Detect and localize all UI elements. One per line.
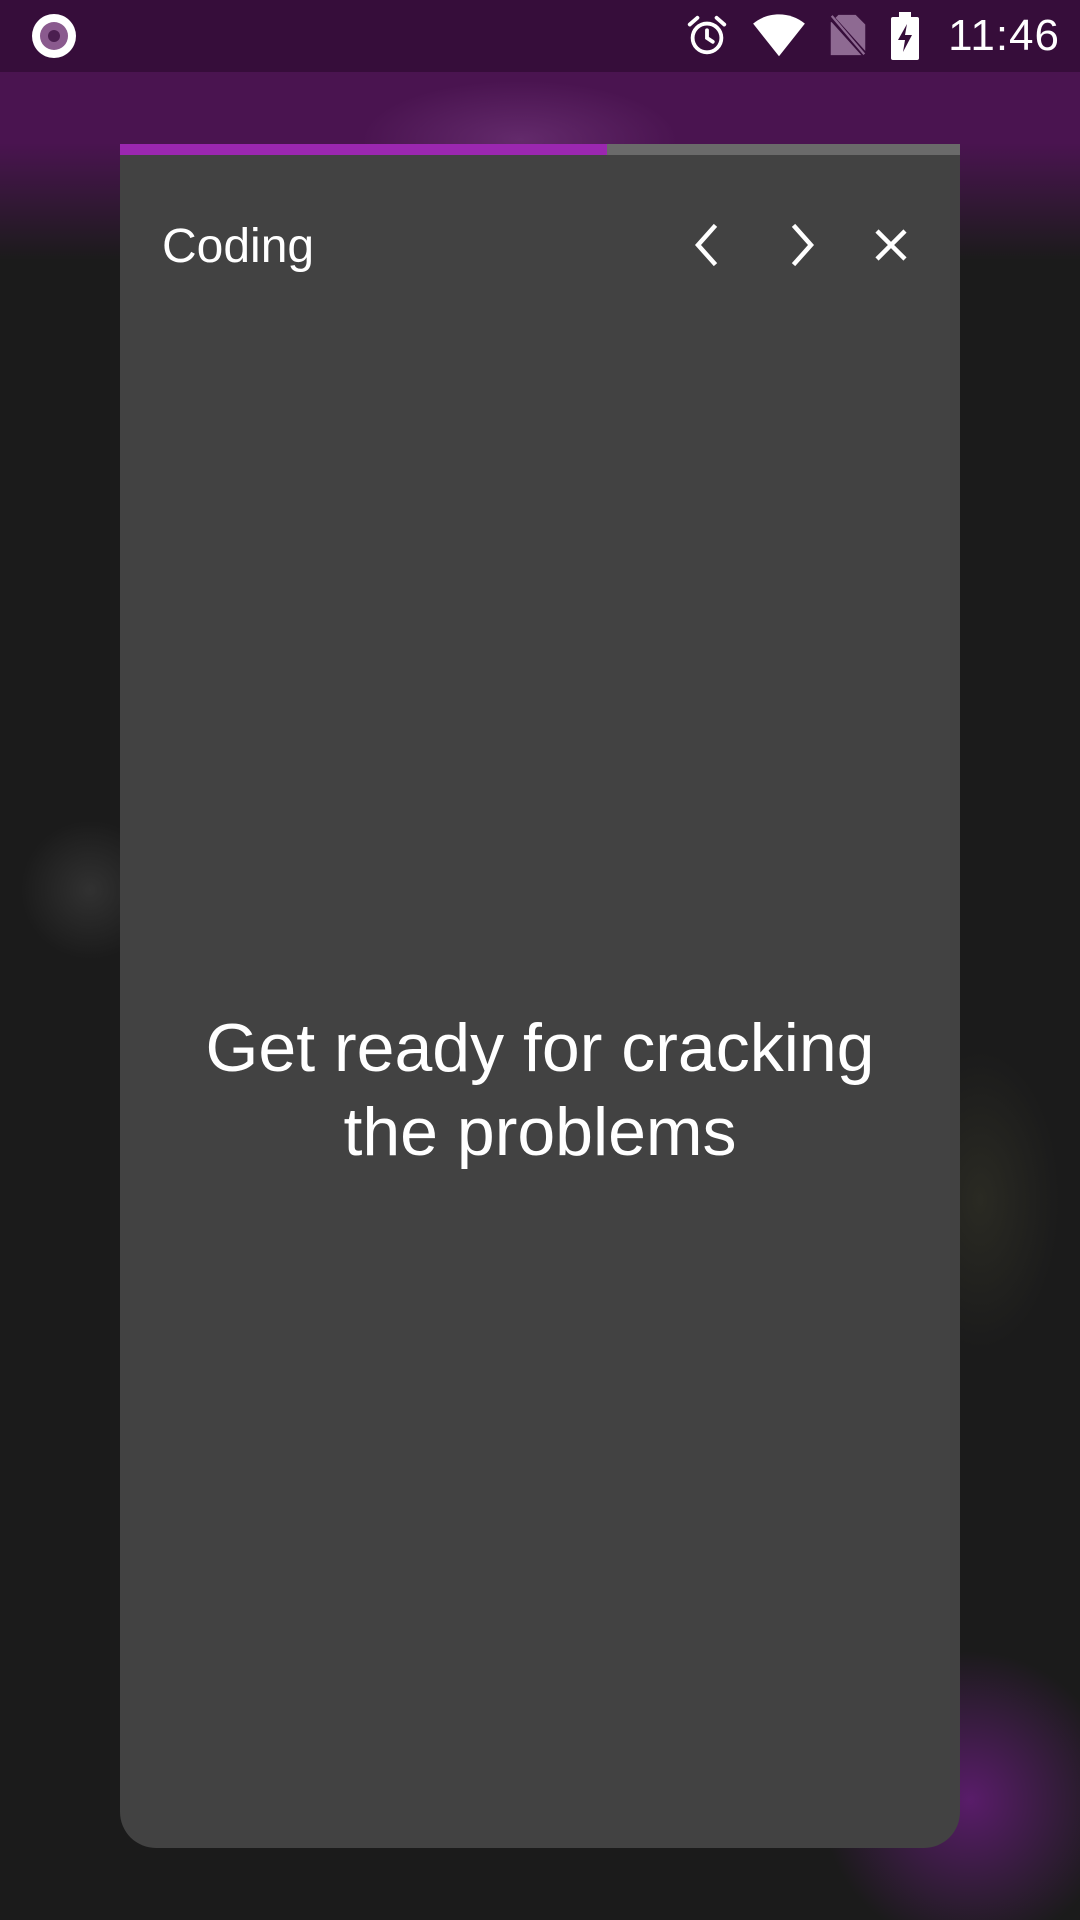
status-bar: 11:46: [0, 0, 1080, 72]
close-button[interactable]: [863, 217, 919, 273]
story-header: Coding: [120, 155, 960, 315]
story-progress-track: [120, 144, 960, 155]
chevron-left-icon: [694, 223, 718, 267]
close-icon: [875, 229, 907, 261]
screen: 11:46 Coding Get ready for cracking the …: [0, 0, 1080, 1920]
story-message: Get ready for cracking the problems: [205, 1010, 875, 1170]
alarm-icon: [687, 15, 727, 55]
app-notification-icon: [32, 14, 76, 58]
story-title: Coding: [162, 220, 315, 273]
previous-button[interactable]: [678, 217, 734, 273]
story-progress-fill: [120, 144, 608, 155]
status-icons: 11:46: [684, 0, 1060, 72]
next-button[interactable]: [775, 217, 831, 273]
story-card[interactable]: Coding Get ready for cracking the proble…: [120, 144, 960, 1848]
no-sim-icon: [828, 14, 868, 58]
wifi-icon: [753, 14, 806, 57]
chevron-right-icon: [791, 223, 815, 267]
battery-charging-icon: [891, 12, 920, 60]
status-time: 11:46: [948, 11, 1060, 60]
